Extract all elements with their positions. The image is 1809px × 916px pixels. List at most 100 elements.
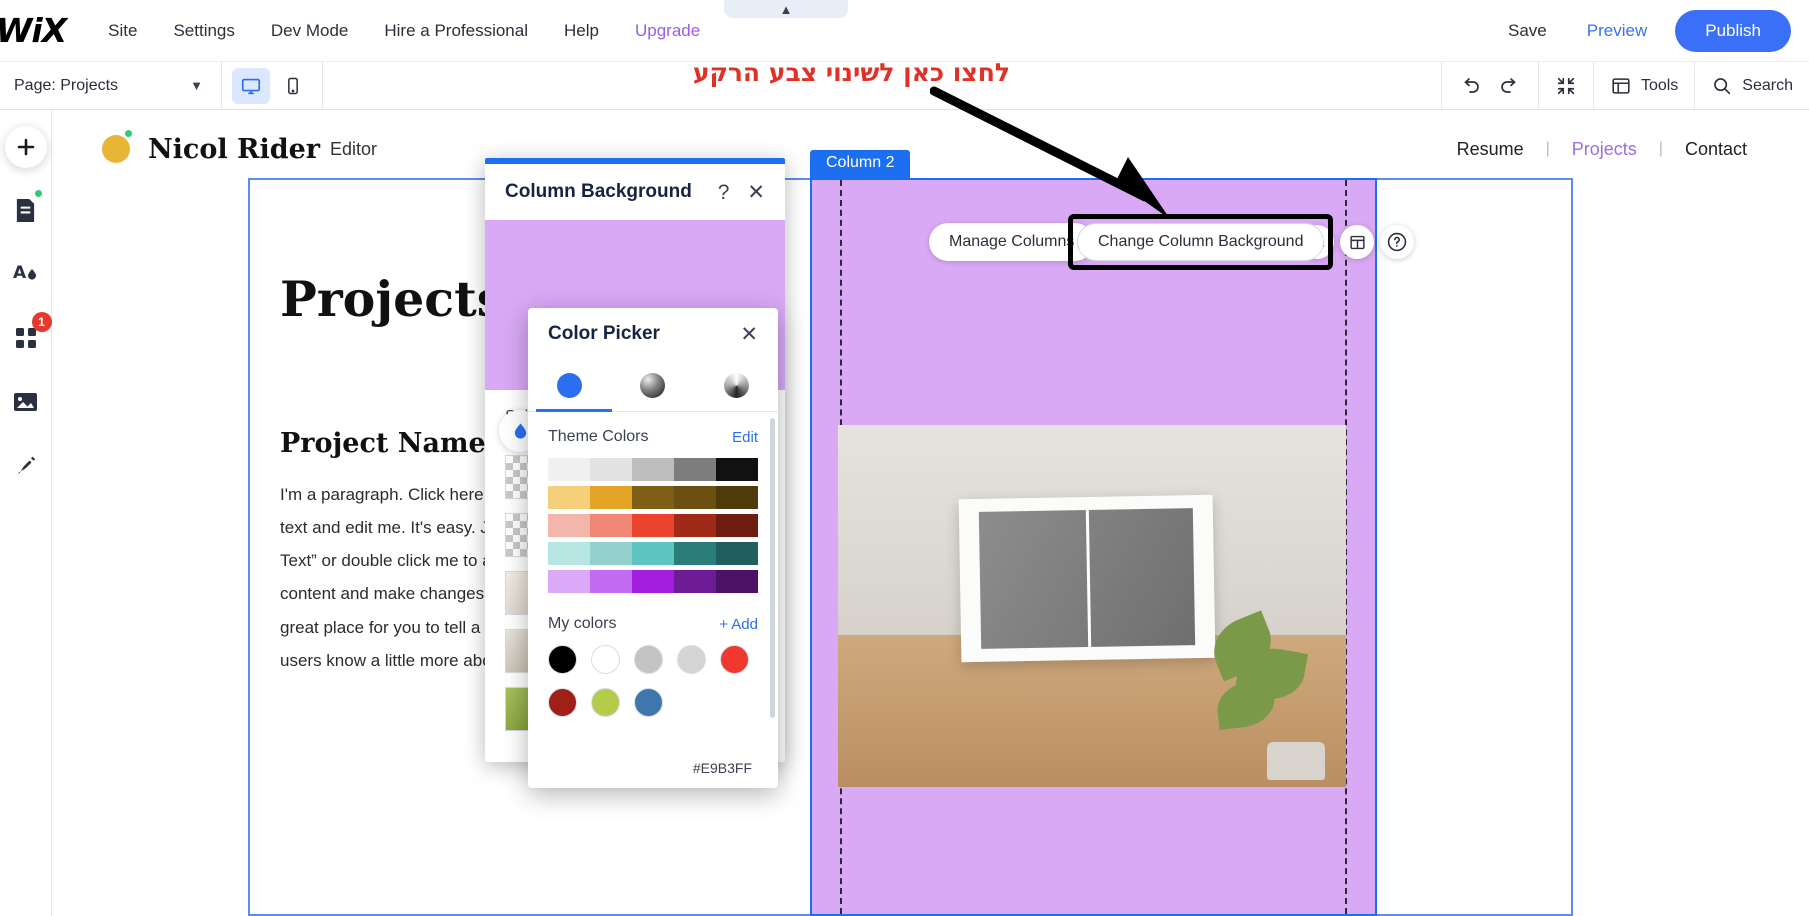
theme-swatch[interactable]: [590, 486, 632, 509]
gradient-circle-icon: [640, 373, 666, 398]
color-picker-header: Color Picker ✕: [528, 308, 778, 360]
theme-swatch[interactable]: [716, 458, 758, 481]
theme-swatch[interactable]: [674, 542, 716, 565]
help-icon: [1387, 232, 1407, 252]
tab-solid-color[interactable]: [528, 360, 611, 411]
left-sidebar: A 1: [0, 110, 52, 916]
top-bar: WiX Site Settings Dev Mode Hire a Profes…: [0, 0, 1809, 62]
color-picker-scrollbar[interactable]: [770, 418, 775, 718]
save-button[interactable]: Save: [1488, 13, 1567, 49]
pen-icon: [17, 456, 35, 474]
zoom-out-button[interactable]: [1555, 75, 1577, 97]
preview-button[interactable]: Preview: [1567, 13, 1667, 49]
wix-logo[interactable]: WiX: [0, 11, 90, 50]
my-color-swatch[interactable]: [548, 688, 577, 717]
sidebar-item-site-design[interactable]: A: [4, 252, 48, 296]
topnav-help[interactable]: Help: [546, 13, 617, 49]
theme-swatch[interactable]: [716, 542, 758, 565]
project-image[interactable]: [838, 425, 1346, 787]
theme-swatch[interactable]: [674, 486, 716, 509]
topnav-settings[interactable]: Settings: [155, 13, 252, 49]
pages-update-dot: [34, 190, 42, 197]
theme-swatch[interactable]: [674, 570, 716, 593]
tab-gradient[interactable]: [611, 360, 694, 411]
sidebar-item-media[interactable]: [4, 380, 48, 424]
column-2-tab[interactable]: Column 2: [810, 150, 911, 178]
my-color-swatch[interactable]: [634, 688, 663, 717]
desktop-icon: [241, 78, 261, 94]
site-nav-contact[interactable]: Contact: [1663, 139, 1769, 160]
theme-swatch[interactable]: [632, 514, 674, 537]
topnav-dev-mode[interactable]: Dev Mode: [253, 13, 366, 49]
sidebar-item-apps[interactable]: 1: [4, 312, 52, 360]
theme-swatch[interactable]: [548, 458, 590, 481]
search-button[interactable]: Search: [1711, 75, 1793, 97]
page-selector[interactable]: Page: Projects ▼: [0, 61, 222, 110]
my-color-swatch[interactable]: [634, 645, 663, 674]
edit-theme-colors-link[interactable]: Edit: [732, 429, 758, 446]
topnav-hire-a-professional[interactable]: Hire a Professional: [366, 13, 546, 49]
redo-button[interactable]: [1498, 74, 1522, 98]
theme-swatch[interactable]: [590, 514, 632, 537]
theme-swatch[interactable]: [632, 542, 674, 565]
toolbar-right: Tools Search: [1440, 61, 1809, 110]
add-color-link[interactable]: + Add: [719, 616, 758, 633]
project-name-heading[interactable]: Project Name 0: [280, 428, 514, 459]
theme-swatch[interactable]: [674, 514, 716, 537]
theme-swatch[interactable]: [632, 486, 674, 509]
layout-button[interactable]: [1340, 225, 1374, 259]
annotation-arrow-icon: [930, 86, 1170, 219]
collapse-icon: [1557, 77, 1575, 94]
theme-swatch[interactable]: [716, 570, 758, 593]
panel-close-icon[interactable]: ✕: [747, 182, 765, 203]
my-colors-grid: [548, 645, 758, 717]
sidebar-item-my-designs[interactable]: [4, 444, 48, 488]
sidebar-item-pages[interactable]: [4, 188, 48, 232]
help-button[interactable]: [1380, 225, 1414, 259]
sidebar-item-add-elements[interactable]: [4, 126, 47, 168]
theme-swatch[interactable]: [548, 542, 590, 565]
plus-icon: [17, 138, 34, 156]
theme-swatch[interactable]: [548, 514, 590, 537]
site-nav-projects[interactable]: Projects: [1550, 139, 1659, 160]
brand-name: Nicol Rider: [148, 133, 321, 165]
theme-swatch[interactable]: [716, 514, 758, 537]
theme-swatch[interactable]: [590, 458, 632, 481]
theme-swatch[interactable]: [632, 570, 674, 593]
mobile-view-button[interactable]: [274, 68, 312, 104]
theme-swatch[interactable]: [548, 486, 590, 509]
search-label: Search: [1742, 76, 1793, 94]
annotation-text: לחצו כאן לשינוי צבע הרקע: [692, 58, 1010, 87]
my-color-swatch[interactable]: [591, 688, 620, 717]
undo-button[interactable]: [1458, 74, 1482, 98]
theme-swatch[interactable]: [548, 570, 590, 593]
editor-canvas[interactable]: Nicol Rider Editor Resume | Projects | C…: [52, 110, 1809, 916]
theme-swatch[interactable]: [590, 542, 632, 565]
tab-pattern[interactable]: [695, 360, 778, 411]
my-color-swatch[interactable]: [677, 645, 706, 674]
site-nav-resume[interactable]: Resume: [1435, 139, 1546, 160]
change-column-background-button[interactable]: Change Column Background: [1077, 223, 1325, 261]
topbar-collapse-handle[interactable]: ▲: [724, 0, 848, 18]
publish-button[interactable]: Publish: [1675, 9, 1791, 52]
droplet-icon: [514, 422, 526, 439]
theme-swatch[interactable]: [632, 458, 674, 481]
panel-help-icon[interactable]: ?: [718, 182, 730, 203]
desktop-view-button[interactable]: [232, 67, 270, 104]
theme-swatch[interactable]: [674, 458, 716, 481]
topnav-upgrade[interactable]: Upgrade: [617, 13, 718, 49]
color-picker-close-icon[interactable]: ✕: [740, 324, 758, 345]
topnav-site[interactable]: Site: [90, 13, 155, 49]
theme-swatch[interactable]: [716, 486, 758, 509]
my-color-swatch[interactable]: [548, 645, 577, 674]
theme-swatch[interactable]: [590, 570, 632, 593]
tools-button[interactable]: Tools: [1610, 75, 1678, 97]
theme-colors-grid: [548, 458, 758, 593]
color-picker-panel: Color Picker ✕ Theme Colors Edit My colo…: [528, 308, 778, 788]
zoom-group: [1537, 61, 1593, 110]
brand-subtitle: Editor: [330, 138, 378, 159]
my-color-swatch[interactable]: [591, 645, 620, 674]
color-picker-content: Theme Colors Edit My colors + Add: [528, 412, 778, 750]
hex-value[interactable]: #E9B3FF: [528, 750, 778, 788]
my-color-swatch[interactable]: [720, 645, 749, 674]
